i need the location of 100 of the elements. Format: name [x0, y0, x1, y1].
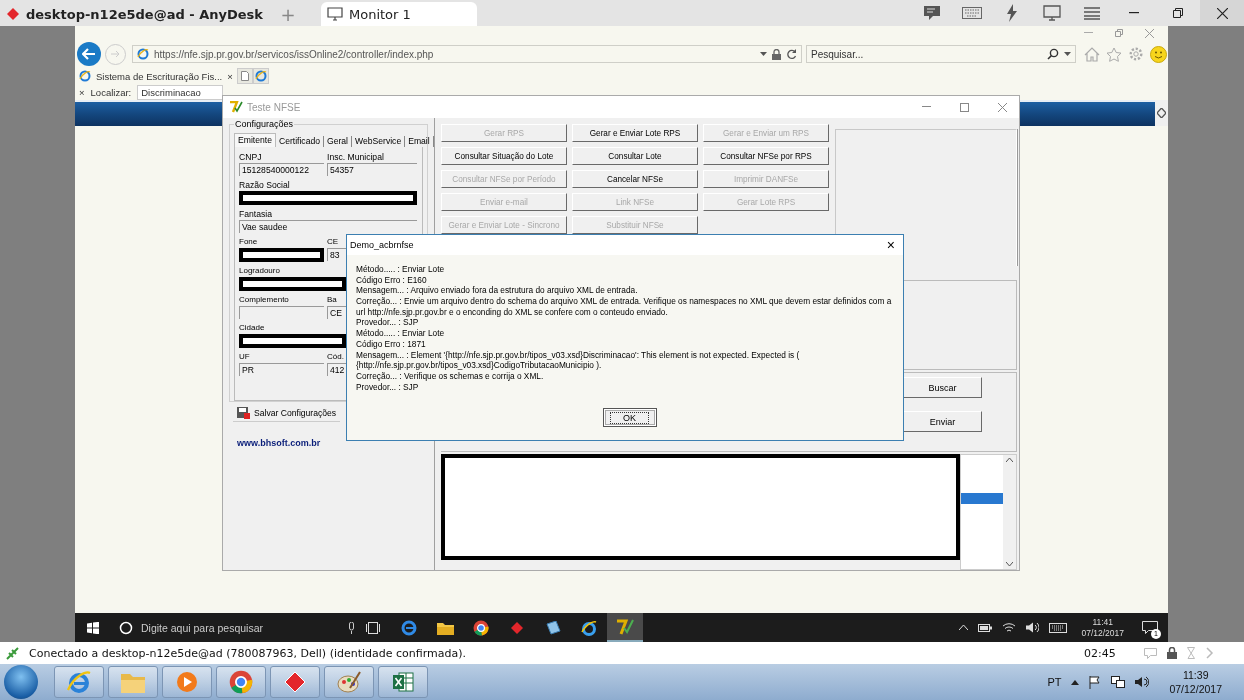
search-icon[interactable] [1047, 48, 1059, 60]
chevron-up-icon[interactable] [959, 625, 969, 630]
browser-icon[interactable] [401, 619, 417, 636]
minimize-icon[interactable] [1129, 12, 1139, 14]
close-button[interactable] [1200, 0, 1244, 26]
text-field[interactable]: 15128540000122 [239, 163, 324, 176]
ok-button[interactable]: OK [602, 408, 657, 428]
microphone-icon[interactable] [348, 621, 355, 634]
website-link[interactable]: www.bhsoft.com.br [237, 438, 428, 448]
task-view-icon[interactable] [366, 621, 380, 634]
network-icon[interactable] [1111, 675, 1126, 689]
close-icon[interactable] [997, 102, 1007, 112]
redacted-field[interactable] [239, 277, 346, 291]
folder-icon[interactable] [436, 620, 454, 635]
wifi-icon[interactable] [1002, 622, 1017, 633]
message-line: url http://nfe.sjp.pr.gov.br e o enconding do XML se confere com o conteudo enviado. [356, 306, 669, 318]
action-button[interactable]: Consultar NFSe por RPS [703, 147, 829, 165]
search-icon [119, 620, 133, 635]
clock-date: 07/12/2017 [1081, 627, 1124, 639]
taskbar-button[interactable] [324, 666, 374, 698]
start-icon[interactable] [87, 621, 99, 634]
lock-icon [1167, 647, 1177, 659]
dropdown-icon[interactable] [760, 52, 767, 56]
find-label: Localizar: [90, 86, 132, 98]
clock-date: 07/12/2017 [1169, 682, 1222, 696]
action-button[interactable]: Gerar e Enviar Lote RPS [572, 124, 698, 142]
redacted-field[interactable] [239, 334, 346, 348]
address-field[interactable]: https://nfe.sjp.pr.gov.br/servicos/issOnline2/controller/index.php [132, 45, 802, 63]
chat-icon[interactable] [923, 5, 941, 21]
folder-icon [120, 671, 146, 693]
settings-tab[interactable]: Geral [324, 136, 352, 147]
taskbar-button[interactable] [162, 666, 212, 698]
clock-time: 11:39 [1182, 668, 1209, 682]
text-field[interactable]: Vae saudee [239, 220, 417, 233]
browser-tab[interactable]: Sistema de Escrituração Fis... × [75, 68, 237, 84]
redacted-field[interactable] [239, 248, 324, 262]
browser-icon[interactable] [581, 619, 597, 636]
redacted-field[interactable] [239, 191, 417, 205]
language-indicator[interactable]: PT [1047, 676, 1062, 688]
restore-icon[interactable] [1173, 8, 1183, 18]
action-button[interactable]: Cancelar NFSe [572, 170, 698, 188]
status-text: Conectado a desktop-n12e5de@ad (780087963, Dell) (identidade confirmada). [29, 646, 468, 660]
star-icon[interactable] [1106, 46, 1122, 62]
session-tab[interactable]: desktop-n12e5de@ad - AnyDesk [0, 2, 273, 26]
close-find-button[interactable]: × [79, 86, 85, 98]
dialog-title: Demo_acbrnfse [350, 240, 414, 250]
settings-tab[interactable]: WebService [352, 136, 406, 147]
field-label: Fone [239, 237, 258, 247]
refresh-icon[interactable] [786, 48, 797, 60]
smiley-icon[interactable] [1150, 45, 1167, 63]
field-label: CE [327, 237, 339, 247]
field-label: UF [239, 352, 250, 362]
app-icon [229, 101, 243, 113]
chevron-up-icon[interactable] [1071, 679, 1080, 685]
dialog-button[interactable]: Buscar [903, 377, 982, 398]
action-button[interactable]: Consultar Situação do Lote [441, 147, 567, 165]
message-line: Mensagem... : Element '{http://nfe.sjp.pr.gov.br/tipos_v03.xsd}Discriminacao': This element is not expected. Expected is ( [356, 349, 801, 361]
close-icon[interactable] [1145, 28, 1154, 38]
back-button[interactable] [77, 42, 101, 66]
dropdown-icon[interactable] [1064, 52, 1071, 56]
speaker-icon[interactable] [1026, 622, 1040, 633]
taskbar-button[interactable] [216, 666, 266, 698]
field-label: Fantasia [239, 209, 272, 219]
text-field[interactable]: PR [239, 363, 324, 376]
message-line: Correção... : Verifique os schemas e corrija o XML. [356, 370, 545, 382]
settings-tab[interactable]: Emitente [234, 133, 276, 147]
scrollbar[interactable] [1155, 100, 1168, 126]
tab-close-button[interactable]: × [227, 70, 233, 82]
monitor-icon[interactable] [1043, 5, 1061, 21]
session-tab[interactable]: Monitor 1 [321, 2, 477, 26]
search-field[interactable]: Digite aqui para pesquisar [111, 613, 355, 642]
app-icon[interactable] [616, 618, 634, 635]
settings-tab[interactable]: Certificado [275, 136, 324, 147]
flag-icon[interactable] [1089, 675, 1102, 689]
field-label: Insc. Municipal [327, 152, 384, 162]
chrome-icon[interactable] [473, 619, 489, 636]
scrollbar[interactable] [1003, 455, 1016, 569]
connection-icon [6, 646, 19, 660]
dialog-button[interactable]: Enviar [903, 411, 982, 432]
save-button[interactable]: Salvar Configurações [233, 405, 341, 422]
maximize-icon[interactable] [959, 102, 969, 112]
taskbar-button[interactable] [54, 666, 104, 698]
start-button[interactable] [4, 665, 38, 699]
text-field[interactable]: 54357 [327, 163, 417, 176]
message-line: Provedor... : SJP [356, 317, 420, 329]
action-button[interactable]: Consultar Lote [572, 147, 698, 165]
new-tab-button[interactable] [236, 68, 253, 84]
text-field[interactable] [239, 306, 324, 319]
list-box[interactable] [960, 454, 1017, 570]
find-field[interactable]: Discriminacao [137, 84, 224, 100]
speaker-icon[interactable] [1135, 676, 1150, 688]
close-button[interactable]: × [886, 237, 895, 253]
search-field[interactable]: Pesquisar... [806, 45, 1076, 63]
settings-tab[interactable]: Email [405, 136, 434, 147]
menu-icon[interactable] [1084, 6, 1100, 20]
taskbar-button[interactable] [378, 666, 428, 698]
taskbar-button[interactable] [270, 666, 320, 698]
lightning-icon[interactable] [1006, 4, 1018, 22]
notebook-icon[interactable] [545, 620, 561, 635]
battery-icon[interactable] [978, 623, 993, 632]
